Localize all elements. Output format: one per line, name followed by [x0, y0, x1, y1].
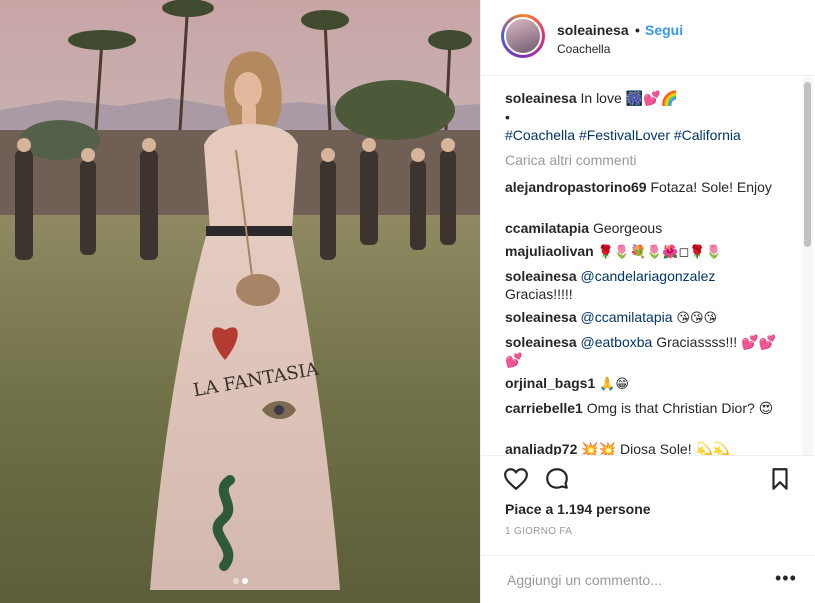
- comment-text: 🙏😁: [599, 377, 629, 392]
- post-photo[interactable]: LA FANTASIA: [0, 0, 480, 603]
- comment-item: soleainesa @candelariagonzalez Gracias!!…: [505, 267, 785, 303]
- comment-username[interactable]: soleainesa: [505, 334, 577, 350]
- comment-username[interactable]: carriebelle1: [505, 400, 583, 416]
- heart-icon[interactable]: [503, 466, 529, 492]
- comment-text: 🌹🌷💐🌷🌺◻🌹🌷: [597, 245, 722, 260]
- comment-username[interactable]: majuliaolivan: [505, 243, 594, 259]
- comment-username[interactable]: analiadp72: [505, 441, 577, 455]
- comment-username[interactable]: soleainesa: [505, 309, 577, 325]
- photo-illustration: LA FANTASIA: [0, 0, 480, 603]
- comment-text: Omg is that Christian Dior? 😍: [586, 400, 774, 416]
- comment-username[interactable]: soleainesa: [505, 268, 577, 284]
- comment-text: 💥💥 Diosa Sole! 💫💫: [581, 441, 731, 455]
- comments-list: soleainesa In love 🎆💕🌈 • #Coachella #Fes…: [481, 77, 815, 455]
- comment-username[interactable]: orjinal_bags1: [505, 375, 595, 391]
- add-comment-input[interactable]: [505, 568, 759, 592]
- add-comment-bar: •••: [481, 555, 815, 603]
- caption-hashtags[interactable]: #Coachella #FestivalLover #California: [505, 126, 785, 144]
- comment-username[interactable]: ccamilatapia: [505, 220, 589, 236]
- comment-item: alejandropastorino69 Fotaza! Sole! Enjoy: [505, 178, 785, 196]
- comment-mention[interactable]: @candelariagonzalez: [581, 268, 716, 284]
- post-side-panel: soleainesa • Segui Coachella soleainesa …: [480, 0, 815, 603]
- carousel-dot-2-active[interactable]: [242, 578, 248, 584]
- bookmark-icon[interactable]: [767, 466, 793, 492]
- post-location[interactable]: Coachella: [557, 42, 610, 56]
- likes-count[interactable]: Piace a 1.194 persone: [505, 501, 651, 517]
- follow-button[interactable]: Segui: [645, 22, 683, 38]
- comment-text: Georgeous: [592, 220, 663, 236]
- post-actions: Piace a 1.194 persone 1 GIORNO FA: [481, 455, 815, 555]
- comment-item: soleainesa @eatboxba Graciassss!!! 💕💕💕: [505, 333, 785, 369]
- caption: soleainesa In love 🎆💕🌈: [505, 89, 785, 107]
- post-author-username[interactable]: soleainesa: [557, 22, 629, 38]
- comment-username[interactable]: alejandropastorino69: [505, 179, 647, 195]
- carousel-dot-1[interactable]: [233, 578, 239, 584]
- speech-bubble-icon[interactable]: [544, 466, 570, 492]
- caption-bullet: •: [505, 109, 510, 125]
- post-header: soleainesa • Segui Coachella: [481, 0, 815, 76]
- header-separator: •: [635, 22, 640, 38]
- comment-text: Gracias!!!!!: [505, 286, 573, 302]
- avatar[interactable]: [501, 14, 545, 58]
- comment-item: analiadp72 💥💥 Diosa Sole! 💫💫: [505, 440, 785, 455]
- comment-item: majuliaolivan 🌹🌷💐🌷🌺◻🌹🌷: [505, 242, 785, 262]
- comment-item: soleainesa @ccamilatapia 😘😘😘: [505, 308, 785, 328]
- caption-text: In love 🎆💕🌈: [580, 90, 678, 106]
- comment-item: orjinal_bags1 🙏😁: [505, 374, 785, 394]
- load-more-comments-button[interactable]: Carica altri commenti: [505, 151, 785, 169]
- comment-item: ccamilatapia Georgeous: [505, 219, 785, 237]
- caption-username[interactable]: soleainesa: [505, 90, 577, 106]
- post-timestamp[interactable]: 1 GIORNO FA: [505, 526, 572, 537]
- comment-text: Fotaza! Sole! Enjoy: [650, 179, 772, 195]
- comment-mention[interactable]: @eatboxba: [581, 334, 653, 350]
- more-dots-icon[interactable]: •••: [775, 568, 797, 589]
- comment-item: carriebelle1 Omg is that Christian Dior?…: [505, 399, 785, 417]
- comment-text: 😘😘😘: [676, 311, 718, 326]
- comment-mention[interactable]: @ccamilatapia: [581, 309, 673, 325]
